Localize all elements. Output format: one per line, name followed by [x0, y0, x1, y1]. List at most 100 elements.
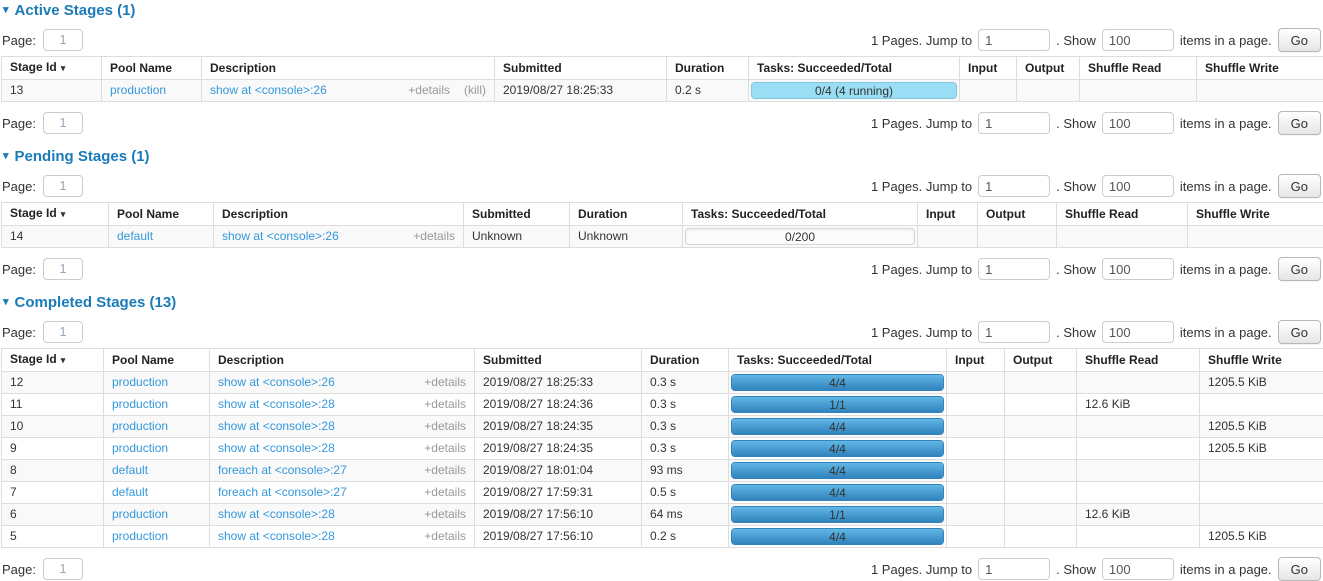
details-link[interactable]: +details [424, 486, 466, 499]
go-button[interactable]: Go [1278, 28, 1321, 52]
pool-name-link[interactable]: production [112, 397, 168, 411]
details-link[interactable]: +details [408, 84, 450, 97]
pool-name-link[interactable]: production [110, 83, 166, 97]
page-label: Page: [2, 262, 36, 277]
column-header-submitted[interactable]: Submitted [475, 349, 642, 372]
column-header-shuffle-write[interactable]: Shuffle Write [1188, 203, 1323, 226]
description-wrap: show at <console>:26 +details [222, 230, 455, 243]
description-link[interactable]: show at <console>:28 [218, 530, 335, 543]
jump-to-page-input[interactable] [978, 29, 1050, 51]
column-header-tasks[interactable]: Tasks: Succeeded/Total [729, 349, 947, 372]
show-items-input[interactable] [1102, 258, 1174, 280]
pool-name-link[interactable]: production [112, 529, 168, 543]
details-link[interactable]: +details [424, 508, 466, 521]
column-header-output[interactable]: Output [978, 203, 1057, 226]
go-button[interactable]: Go [1278, 174, 1321, 198]
go-button[interactable]: Go [1278, 320, 1321, 344]
column-header-output[interactable]: Output [1017, 57, 1080, 80]
jump-to-page-input[interactable] [978, 558, 1050, 580]
column-header-submitted[interactable]: Submitted [464, 203, 570, 226]
jump-to-page-input[interactable] [978, 175, 1050, 197]
column-header-duration[interactable]: Duration [570, 203, 683, 226]
completed-stages-table: Stage Id▾Pool NameDescriptionSubmittedDu… [1, 348, 1323, 548]
show-items-input[interactable] [1102, 29, 1174, 51]
items-per-page-text: items in a page. [1180, 33, 1272, 48]
go-button[interactable]: Go [1278, 257, 1321, 281]
submitted-cell: 2019/08/27 18:24:35 [475, 438, 642, 460]
description-link[interactable]: show at <console>:26 [218, 376, 335, 389]
column-header-shuffle-write[interactable]: Shuffle Write [1197, 57, 1323, 80]
pool-name-link[interactable]: production [112, 507, 168, 521]
column-header-tasks[interactable]: Tasks: Succeeded/Total [683, 203, 918, 226]
go-button[interactable]: Go [1278, 111, 1321, 135]
table-row: 12productionshow at <console>:26+details… [2, 372, 1323, 394]
go-button[interactable]: Go [1278, 557, 1321, 581]
jump-to-page-input[interactable] [978, 258, 1050, 280]
column-header-submitted[interactable]: Submitted [495, 57, 667, 80]
jump-to-page-input[interactable] [978, 112, 1050, 134]
output-cell [1005, 416, 1077, 438]
details-link[interactable]: +details [424, 464, 466, 477]
section-title[interactable]: ▾ Pending Stages (1) [3, 148, 1323, 165]
pagination-row: Page: 1 1 Pages. Jump to . Show items in… [2, 320, 1321, 344]
column-header-tasks[interactable]: Tasks: Succeeded/Total [749, 57, 960, 80]
description-link[interactable]: show at <console>:28 [218, 442, 335, 455]
pool-name-link[interactable]: production [112, 419, 168, 433]
column-header-duration[interactable]: Duration [667, 57, 749, 80]
column-header-description[interactable]: Description [214, 203, 464, 226]
description-link[interactable]: foreach at <console>:27 [218, 486, 347, 499]
column-header-duration[interactable]: Duration [642, 349, 729, 372]
show-items-input[interactable] [1102, 175, 1174, 197]
column-header-label: Pool Name [117, 207, 179, 221]
pool-name-link[interactable]: production [112, 441, 168, 455]
column-header-shuffle-read[interactable]: Shuffle Read [1077, 349, 1200, 372]
duration-cell: 93 ms [642, 460, 729, 482]
completed-stages-section: ▾ Completed Stages (13) Page: 1 1 Pages.… [1, 294, 1323, 581]
section-title[interactable]: ▾ Active Stages (1) [3, 2, 1323, 19]
show-items-input[interactable] [1102, 321, 1174, 343]
details-link[interactable]: +details [424, 442, 466, 455]
column-header-stage-id[interactable]: Stage Id▾ [2, 203, 109, 226]
stages-page: ▾ Active Stages (1) Page: 1 1 Pages. Jum… [0, 2, 1323, 581]
column-header-label: Shuffle Read [1088, 61, 1161, 75]
show-text: . Show [1056, 562, 1096, 577]
show-items-input[interactable] [1102, 558, 1174, 580]
description-link[interactable]: show at <console>:26 [210, 84, 327, 97]
details-link[interactable]: +details [424, 398, 466, 411]
column-header-pool-name[interactable]: Pool Name [109, 203, 214, 226]
column-header-shuffle-read[interactable]: Shuffle Read [1057, 203, 1188, 226]
column-header-pool-name[interactable]: Pool Name [102, 57, 202, 80]
pool-name-link[interactable]: default [117, 229, 153, 243]
jump-to-page-input[interactable] [978, 321, 1050, 343]
column-header-shuffle-write[interactable]: Shuffle Write [1200, 349, 1323, 372]
details-link[interactable]: +details [424, 530, 466, 543]
description-link[interactable]: show at <console>:28 [218, 398, 335, 411]
column-header-description[interactable]: Description [210, 349, 475, 372]
column-header-stage-id[interactable]: Stage Id▾ [2, 57, 102, 80]
details-link[interactable]: +details [424, 420, 466, 433]
column-header-stage-id[interactable]: Stage Id▾ [2, 349, 104, 372]
description-link[interactable]: show at <console>:28 [218, 508, 335, 521]
tasks-progress-bar: 0/200 [685, 228, 915, 245]
details-link[interactable]: +details [413, 230, 455, 243]
pool-name-link[interactable]: default [112, 485, 148, 499]
column-header-pool-name[interactable]: Pool Name [104, 349, 210, 372]
pagination-controls: 1 Pages. Jump to . Show items in a page.… [871, 320, 1321, 344]
column-header-description[interactable]: Description [202, 57, 495, 80]
column-header-output[interactable]: Output [1005, 349, 1077, 372]
output-cell [1005, 372, 1077, 394]
details-link[interactable]: +details [424, 376, 466, 389]
description-link[interactable]: show at <console>:26 [222, 230, 339, 243]
pool-name-link[interactable]: default [112, 463, 148, 477]
section-title[interactable]: ▾ Completed Stages (13) [3, 294, 1323, 311]
show-items-input[interactable] [1102, 112, 1174, 134]
kill-link[interactable]: (kill) [464, 84, 486, 97]
shuffle-write-cell: 1205.5 KiB [1200, 438, 1323, 460]
column-header-input[interactable]: Input [947, 349, 1005, 372]
column-header-input[interactable]: Input [918, 203, 978, 226]
description-link[interactable]: show at <console>:28 [218, 420, 335, 433]
pool-name-link[interactable]: production [112, 375, 168, 389]
column-header-shuffle-read[interactable]: Shuffle Read [1080, 57, 1197, 80]
column-header-input[interactable]: Input [960, 57, 1017, 80]
description-link[interactable]: foreach at <console>:27 [218, 464, 347, 477]
